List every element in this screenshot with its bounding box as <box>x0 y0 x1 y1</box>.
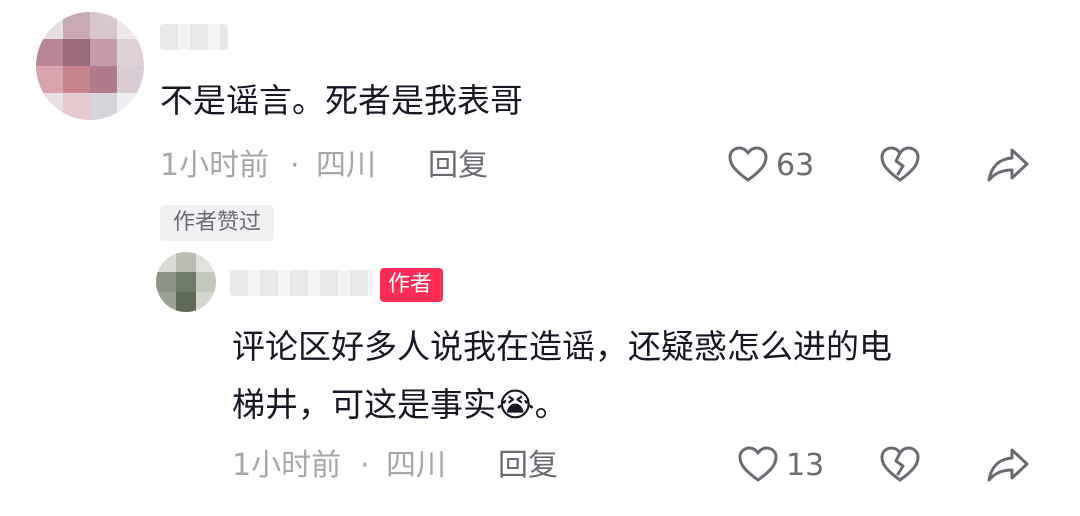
dislike-broken-heart-icon <box>880 146 920 184</box>
author-avatar[interactable] <box>156 252 216 312</box>
like-button[interactable] <box>728 146 768 184</box>
reply-text-line1: 评论区好多人说我在造谣，还疑惑怎么进的电 <box>232 327 892 366</box>
commenter-username[interactable] <box>160 24 228 50</box>
reply-like-button[interactable] <box>738 446 778 484</box>
reply-text-line2: 梯井，可这是事实 <box>232 385 496 424</box>
comment-time: 1小时前 <box>160 148 270 183</box>
commenter-avatar[interactable] <box>36 12 144 120</box>
crying-face-emoji: 😭 <box>496 385 535 424</box>
share-button[interactable] <box>986 146 1030 184</box>
reply-button[interactable]: 回复 <box>428 148 488 184</box>
heart-icon <box>738 446 778 484</box>
reply-text-end: 。 <box>534 385 568 424</box>
dislike-broken-heart-icon <box>880 446 920 484</box>
reply-reply-button[interactable]: 回复 <box>498 448 558 484</box>
author-username[interactable] <box>230 270 374 296</box>
reply-meta-separator: · <box>360 448 370 483</box>
comment-location: 四川 <box>316 148 376 183</box>
share-arrow-icon <box>986 446 1030 484</box>
reply-text: 评论区好多人说我在造谣，还疑惑怎么进的电 梯井，可这是事实😭。 <box>232 318 892 434</box>
author-liked-badge: 作者赞过 <box>160 205 275 241</box>
reply-share-button[interactable] <box>986 446 1030 484</box>
reply-time: 1小时前 <box>232 448 342 483</box>
reply-location: 四川 <box>386 448 446 483</box>
comment-text: 不是谣言。死者是我表哥 <box>160 81 523 120</box>
meta-separator: · <box>290 148 300 183</box>
heart-icon <box>728 146 768 184</box>
like-count: 63 <box>776 148 815 183</box>
reply-dislike-button[interactable] <box>880 446 920 484</box>
dislike-button[interactable] <box>880 146 920 184</box>
author-badge: 作者 <box>380 268 444 302</box>
share-arrow-icon <box>986 146 1030 184</box>
reply-like-count: 13 <box>786 448 825 483</box>
